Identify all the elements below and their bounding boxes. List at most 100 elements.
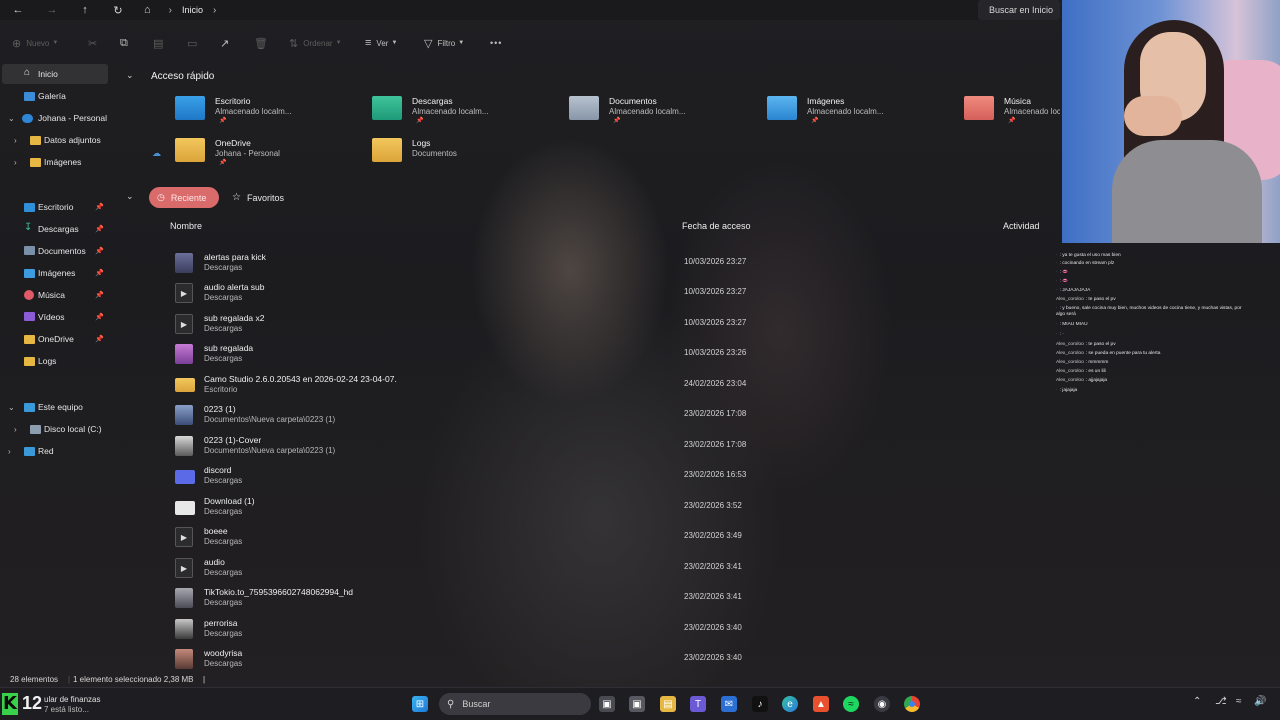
- table-row[interactable]: woodyrisa Descargas 23/02/2026 3:40: [170, 644, 1060, 674]
- table-row[interactable]: sub regalada Descargas 10/03/2026 23:26: [170, 339, 1060, 369]
- pin-icon[interactable]: 📌: [95, 269, 104, 277]
- teams-icon[interactable]: T: [690, 696, 706, 712]
- cut-icon[interactable]: ✂: [88, 28, 102, 58]
- edge-icon[interactable]: e: [782, 696, 798, 712]
- share-icon[interactable]: ↗: [220, 28, 234, 58]
- rename-icon[interactable]: ▭: [187, 28, 202, 58]
- search-input[interactable]: Buscar en Inicio: [978, 0, 1060, 20]
- outlook-icon[interactable]: ✉: [721, 696, 737, 712]
- sidebar-item-onedrive-personal[interactable]: ⌄ Johana - Personal: [2, 108, 108, 128]
- table-row[interactable]: ▶ sub regalada x2 Descargas 10/03/2026 2…: [170, 309, 1060, 339]
- sidebar-item-galeria[interactable]: Galería: [2, 86, 108, 106]
- collapse-chevron-icon[interactable]: ⌄: [126, 70, 134, 81]
- sidebar-item-descargas[interactable]: ↧ Descargas 📌: [2, 219, 108, 239]
- table-row[interactable]: alertas para kick Descargas 10/03/2026 2…: [170, 248, 1060, 278]
- chevron-right-icon[interactable]: ›: [14, 158, 17, 167]
- paste-icon[interactable]: ▤: [153, 28, 168, 58]
- sidebar-item-imagenes[interactable]: Imágenes 📌: [2, 263, 108, 283]
- chevron-right-icon[interactable]: ›: [14, 425, 17, 434]
- sidebar-item-logs[interactable]: Logs: [2, 351, 108, 371]
- volume-icon[interactable]: 🔊: [1254, 696, 1266, 707]
- pin-icon[interactable]: 📌: [95, 313, 104, 321]
- column-header-activity[interactable]: Actividad: [1003, 221, 1040, 231]
- sidebar-item-imagenes-onedrive[interactable]: › Imágenes: [2, 152, 108, 172]
- filter-button[interactable]: ▽ Filtro ▼: [424, 28, 464, 58]
- chrome-icon[interactable]: [904, 696, 920, 712]
- table-row[interactable]: ▶ boeee Descargas 23/02/2026 3:49: [170, 522, 1060, 552]
- sidebar-item-inicio[interactable]: ⌂ Inicio: [2, 64, 108, 84]
- table-row[interactable]: ▶ audio alerta sub Descargas 10/03/2026 …: [170, 278, 1060, 308]
- chevron-up-icon[interactable]: ⌃: [1193, 696, 1201, 707]
- windows-start-icon[interactable]: ⊞: [412, 696, 428, 712]
- spotify-icon[interactable]: ≈: [843, 696, 859, 712]
- sidebar-item-disco-local[interactable]: › Disco local (C:): [2, 419, 108, 439]
- delete-icon[interactable]: 🗑: [254, 28, 273, 58]
- chevron-right-icon[interactable]: ›: [14, 136, 17, 145]
- taskbar-search[interactable]: ⚲ Buscar: [439, 693, 591, 715]
- breadcrumb[interactable]: ⌂ › Inicio ›: [138, 0, 966, 20]
- file-explorer-icon[interactable]: ▤: [660, 696, 676, 712]
- sidebar-item-documentos[interactable]: Documentos 📌: [2, 241, 108, 261]
- table-row[interactable]: TikTokio.to_7595396602748062994_hd Desca…: [170, 583, 1060, 613]
- task-view-icon[interactable]: ▣: [599, 696, 615, 712]
- back-arrow-icon[interactable]: ←: [5, 0, 31, 20]
- download-file-icon: [175, 501, 195, 515]
- quick-access-tile-imagenes[interactable]: Imágenes Almacenado localm... 📌: [767, 96, 957, 130]
- chat-text: : es un lili: [1085, 369, 1106, 374]
- copy-icon[interactable]: ⧉: [120, 28, 133, 58]
- brave-icon[interactable]: ▲: [813, 696, 829, 712]
- forward-arrow-icon[interactable]: →: [39, 0, 65, 20]
- quick-access-tile-musica[interactable]: Música Almacenado loca 📌: [964, 96, 1060, 130]
- up-arrow-icon[interactable]: ↑: [72, 0, 98, 20]
- tab-reciente[interactable]: ◷ Reciente: [149, 187, 219, 208]
- obs-icon[interactable]: ◉: [874, 696, 890, 712]
- address-bar: ← → ↑ ↻ ⌂ › Inicio › Buscar en Inicio: [0, 0, 1060, 20]
- table-row[interactable]: 0223 (1)-Cover Documentos\Nueva carpeta\…: [170, 431, 1060, 461]
- sort-button[interactable]: ⇅ Ordenar ▼: [289, 28, 342, 58]
- quick-access-tile-descargas[interactable]: Descargas Almacenado localm... 📌: [372, 96, 562, 130]
- sidebar-item-videos[interactable]: Vídeos 📌: [2, 307, 108, 327]
- sidebar-item-datos-adjuntos[interactable]: › Datos adjuntos: [2, 130, 108, 150]
- pin-icon[interactable]: 📌: [95, 335, 104, 343]
- quick-access-tile-onedrive[interactable]: OneDrive Johana - Personal 📌: [175, 138, 365, 172]
- breadcrumb-chevron-icon[interactable]: ›: [213, 5, 216, 16]
- tab-favoritos[interactable]: ☆ Favoritos: [226, 187, 298, 208]
- column-header-name[interactable]: Nombre: [170, 221, 202, 231]
- sidebar-item-red[interactable]: › Red: [2, 441, 108, 461]
- table-row[interactable]: Download (1) Descargas 23/02/2026 3:52: [170, 492, 1060, 522]
- table-row[interactable]: Camo Studio 2.6.0.20543 en 2026-02-24 23…: [170, 370, 1060, 400]
- file-name: Camo Studio 2.6.0.20543 en 2026-02-24 23…: [204, 374, 397, 384]
- sidebar-item-escritorio[interactable]: Escritorio 📌: [2, 197, 108, 217]
- refresh-icon[interactable]: ↻: [105, 0, 131, 20]
- table-row[interactable]: 0223 (1) Documentos\Nueva carpeta\0223 (…: [170, 400, 1060, 430]
- new-button[interactable]: ⊕ Nuevo ▼: [12, 28, 58, 58]
- quick-access-tile-escritorio[interactable]: Escritorio Almacenado localm... 📌: [175, 96, 365, 130]
- chevron-down-icon[interactable]: ⌄: [8, 403, 15, 412]
- pin-icon[interactable]: 📌: [95, 291, 104, 299]
- chevron-down-icon[interactable]: ⌄: [8, 114, 15, 123]
- sidebar-item-este-equipo[interactable]: ⌄ Este equipo: [2, 397, 108, 417]
- table-row[interactable]: ▶ audio Descargas 23/02/2026 3:41: [170, 553, 1060, 583]
- collapse-chevron-icon[interactable]: ⌄: [126, 191, 134, 202]
- home-icon[interactable]: ⌂: [144, 4, 151, 16]
- more-options-button[interactable]: •••: [490, 28, 502, 58]
- wifi-icon[interactable]: ≈: [1236, 696, 1242, 707]
- stream-notification-widget[interactable]: K 12 ular de finanzas 7 está listo...: [0, 690, 330, 720]
- pin-icon[interactable]: 📌: [95, 203, 104, 211]
- table-row[interactable]: perrorisa Descargas 23/02/2026 3:40: [170, 614, 1060, 644]
- column-header-date[interactable]: Fecha de acceso: [682, 221, 751, 231]
- breadcrumb-item-inicio[interactable]: Inicio: [182, 5, 203, 15]
- table-row[interactable]: discord Descargas 23/02/2026 16:53: [170, 461, 1060, 491]
- store-icon[interactable]: ▣: [629, 696, 645, 712]
- quick-access-tile-documentos[interactable]: Documentos Almacenado localm... 📌: [569, 96, 759, 130]
- sidebar-item-musica[interactable]: Música 📌: [2, 285, 108, 305]
- sidebar-item-onedrive[interactable]: OneDrive 📌: [2, 329, 108, 349]
- chevron-right-icon[interactable]: ›: [8, 447, 11, 456]
- tiktok-icon[interactable]: ♪: [752, 696, 768, 712]
- pin-icon[interactable]: 📌: [95, 225, 104, 233]
- microphone-icon[interactable]: ⎇: [1215, 696, 1227, 707]
- quick-access-tile-logs[interactable]: Logs Documentos: [372, 138, 562, 172]
- view-button[interactable]: ≡ Ver ▼: [365, 28, 397, 58]
- pin-icon[interactable]: 📌: [95, 247, 104, 255]
- folder-icon: [24, 357, 35, 366]
